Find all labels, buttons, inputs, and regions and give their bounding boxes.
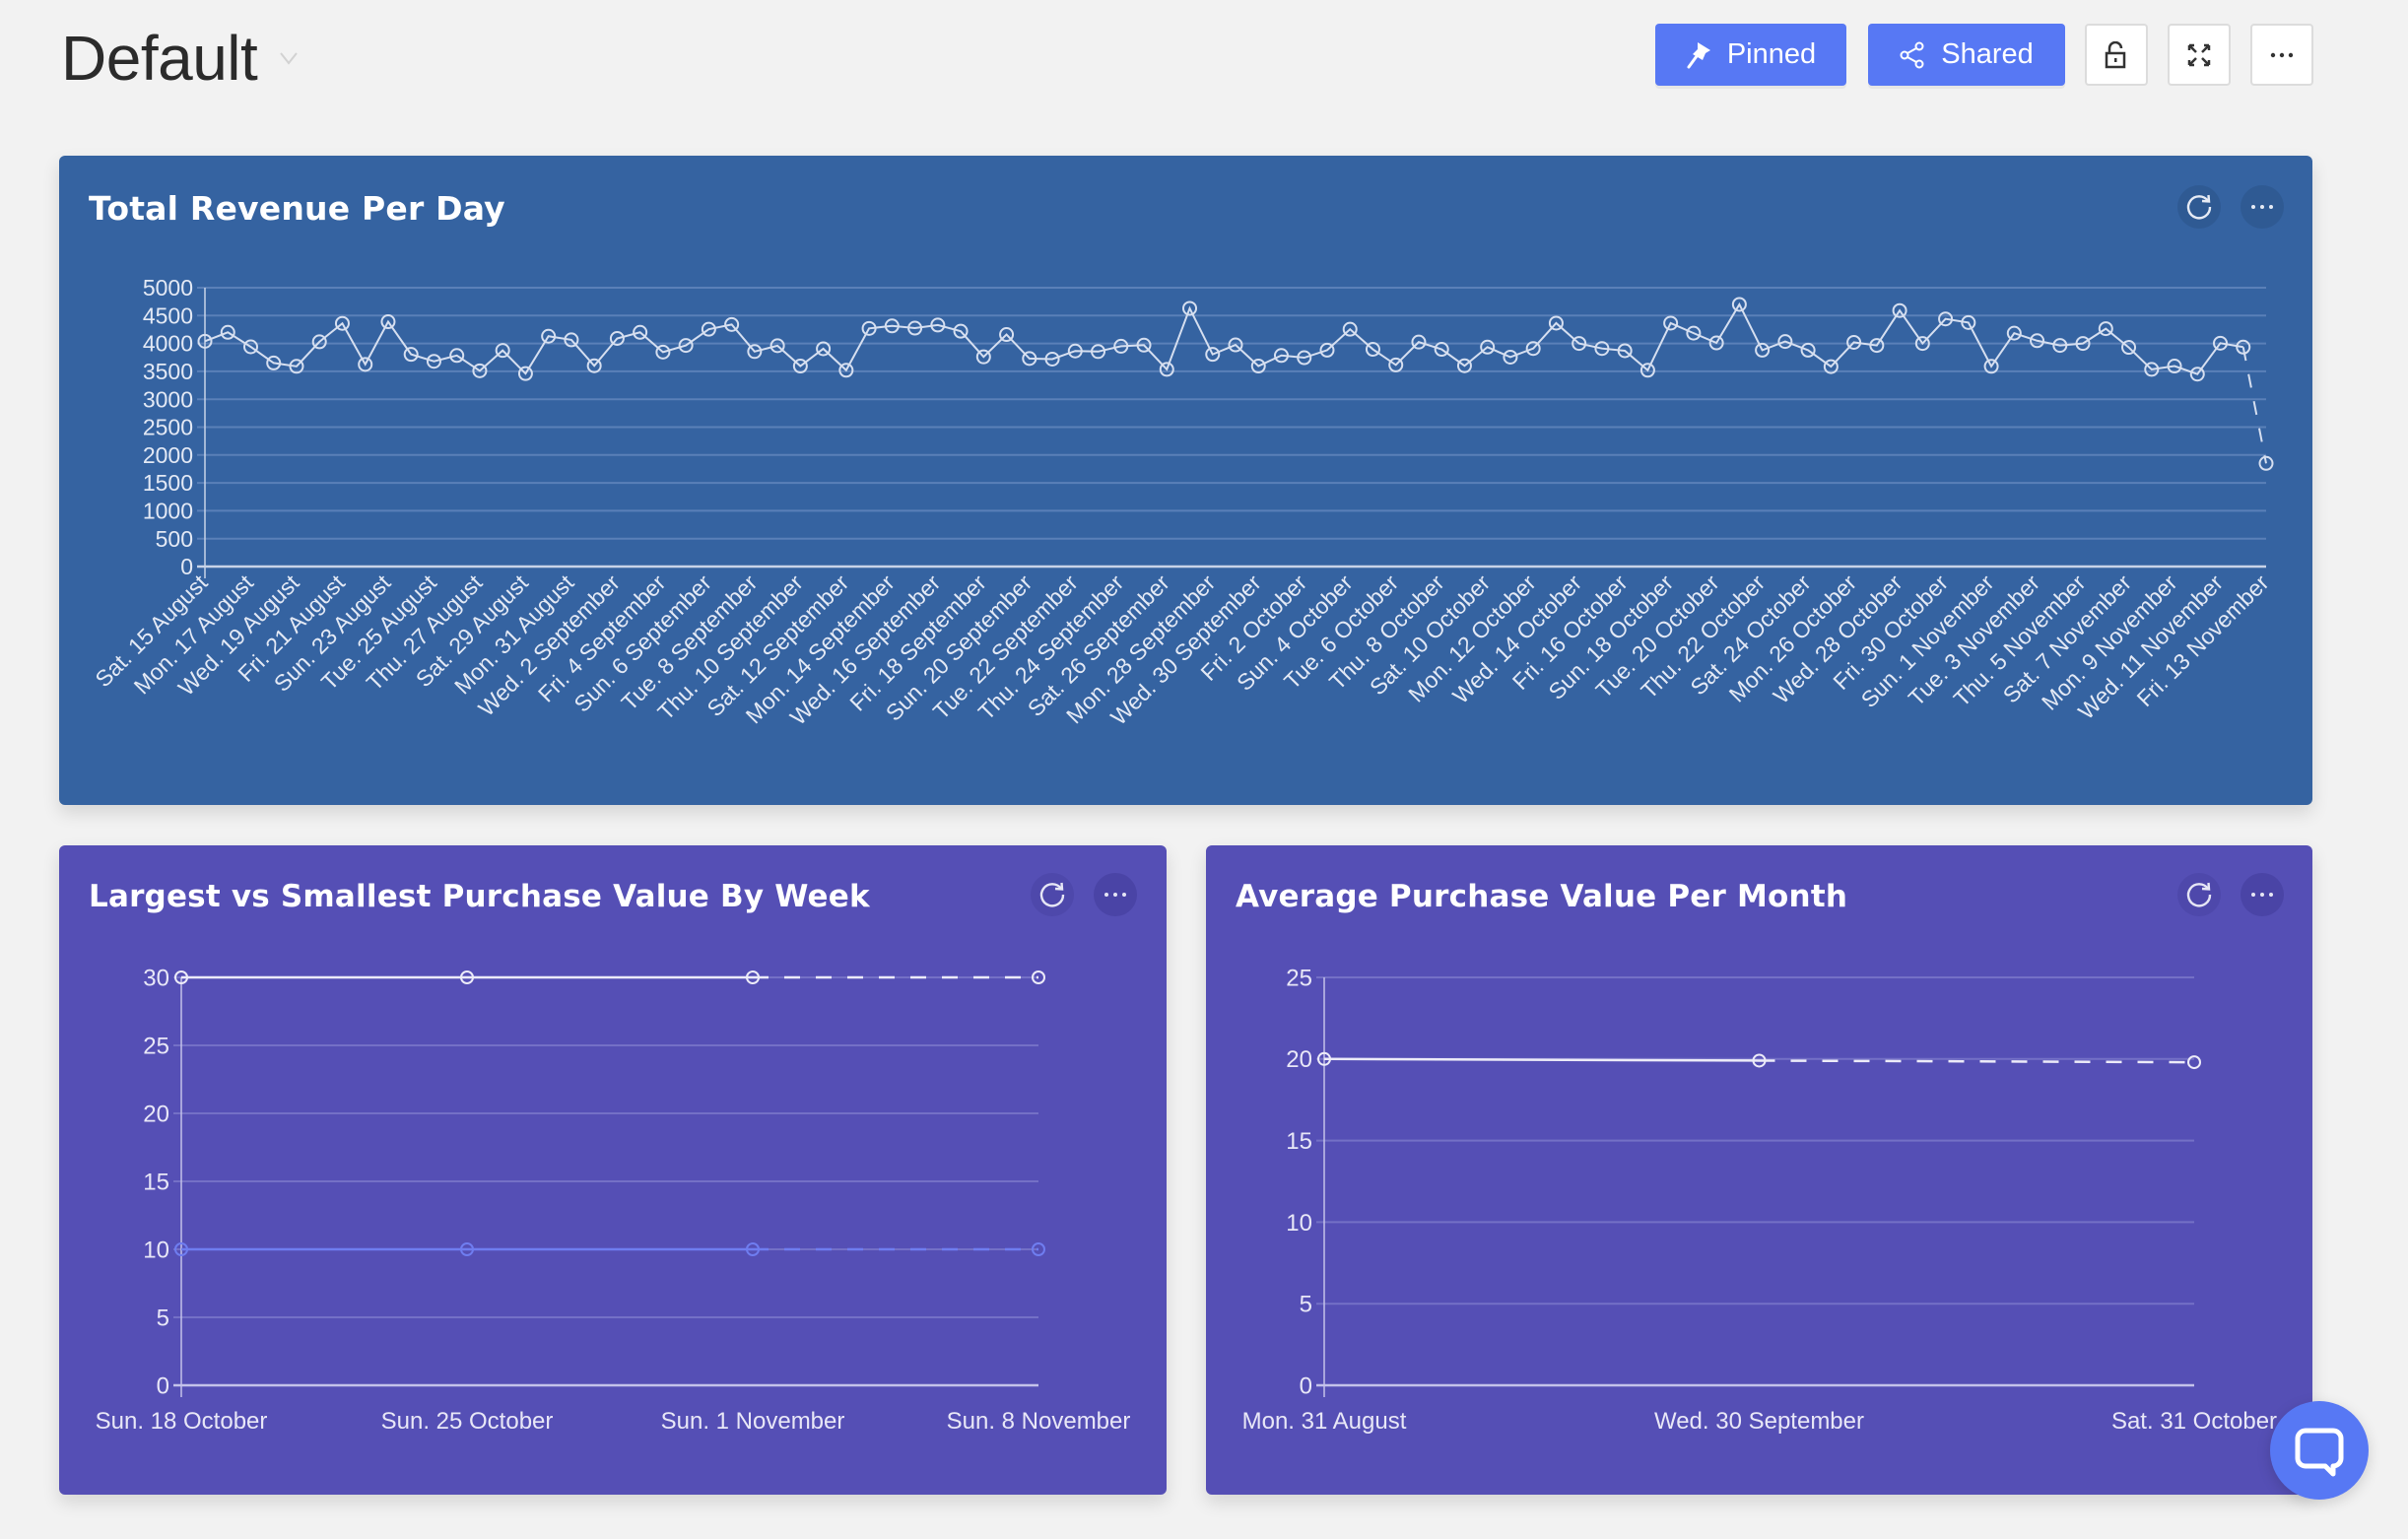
y-tick-label: 1500 bbox=[143, 470, 193, 496]
y-tick-label: 20 bbox=[1286, 1046, 1312, 1073]
share-icon bbox=[1900, 41, 1924, 68]
y-tick-label: 30 bbox=[143, 965, 169, 991]
unlock-icon bbox=[2105, 40, 2126, 68]
revenue-card: Total Revenue Per Day 0 500 1000 1500 2000 25… bbox=[59, 156, 2312, 805]
dashboard-title[interactable]: Default bbox=[61, 22, 258, 95]
y-tick-label: 15 bbox=[1286, 1128, 1312, 1155]
fullscreen-button[interactable] bbox=[2168, 24, 2231, 86]
y-tick-label: 25 bbox=[1286, 965, 1312, 991]
y-tick-label: 500 bbox=[156, 526, 193, 552]
revenue-chart: 0500100015002000250030003500400045005000… bbox=[90, 275, 2273, 730]
more-horizontal-icon bbox=[2270, 52, 2294, 57]
average-purchase-card: Average Purchase Value Per Month 0 5 10 15 2… bbox=[1206, 845, 2312, 1495]
series-line-average bbox=[1323, 1057, 1760, 1062]
x-tick-label: Sat. 31 October bbox=[2111, 1408, 2277, 1435]
x-tick-label: Mon. 31 August bbox=[1242, 1408, 1407, 1435]
y-tick-label: 0 bbox=[157, 1372, 169, 1399]
y-tick-label: 1000 bbox=[143, 498, 193, 523]
x-tick-label: Sun. 18 October bbox=[96, 1408, 268, 1435]
series-line-dashed-segment bbox=[1759, 1059, 2195, 1064]
chat-button[interactable] bbox=[2270, 1401, 2369, 1500]
average-purchase-chart: 0 5 10 15 20 25 Mon. 31 August Wed. 30 Septembe… bbox=[1242, 965, 2277, 1435]
chat-bubble-icon bbox=[2295, 1428, 2344, 1477]
pinned-label: Pinned bbox=[1726, 38, 1817, 70]
y-tick-label: 3000 bbox=[143, 386, 193, 412]
series-line-dashed-segment bbox=[2241, 347, 2267, 464]
y-tick-label: 2000 bbox=[143, 442, 193, 468]
y-tick-label: 2500 bbox=[143, 415, 193, 440]
y-tick-label: 5 bbox=[157, 1305, 169, 1331]
more-options-button[interactable] bbox=[2250, 24, 2313, 86]
lock-button[interactable] bbox=[2085, 24, 2148, 86]
fullscreen-icon bbox=[2187, 43, 2211, 66]
pinned-button[interactable]: Pinned bbox=[1655, 24, 1846, 86]
purchase-range-card: Largest vs Smallest Purchase Value By We… bbox=[59, 845, 1167, 1495]
pin-icon bbox=[1687, 41, 1710, 68]
y-tick-label: 25 bbox=[143, 1033, 169, 1059]
purchase-range-chart: 0 5 10 15 20 25 30 Sun. 18 October Sun. 25 Octob… bbox=[96, 965, 1131, 1435]
y-tick-label: 5 bbox=[1300, 1292, 1312, 1318]
x-tick-label: Wed. 30 September bbox=[1654, 1408, 1864, 1435]
y-tick-label: 3500 bbox=[143, 359, 193, 384]
y-tick-label: 4500 bbox=[143, 302, 193, 328]
chevron-down-icon[interactable] bbox=[278, 47, 300, 69]
y-tick-label: 5000 bbox=[143, 275, 193, 301]
y-tick-label: 4000 bbox=[143, 331, 193, 357]
shared-label: Shared bbox=[1941, 38, 2034, 70]
y-tick-label: 20 bbox=[143, 1101, 169, 1127]
x-tick-label: Sun. 25 October bbox=[381, 1408, 554, 1435]
y-tick-label: 0 bbox=[1300, 1372, 1312, 1399]
y-tick-label: 15 bbox=[143, 1169, 169, 1195]
shared-button[interactable]: Shared bbox=[1868, 24, 2065, 86]
y-tick-label: 10 bbox=[1286, 1210, 1312, 1237]
x-tick-label: Sun. 1 November bbox=[661, 1408, 845, 1435]
y-tick-label: 10 bbox=[143, 1237, 169, 1263]
x-tick-label: Sun. 8 November bbox=[947, 1408, 1131, 1435]
